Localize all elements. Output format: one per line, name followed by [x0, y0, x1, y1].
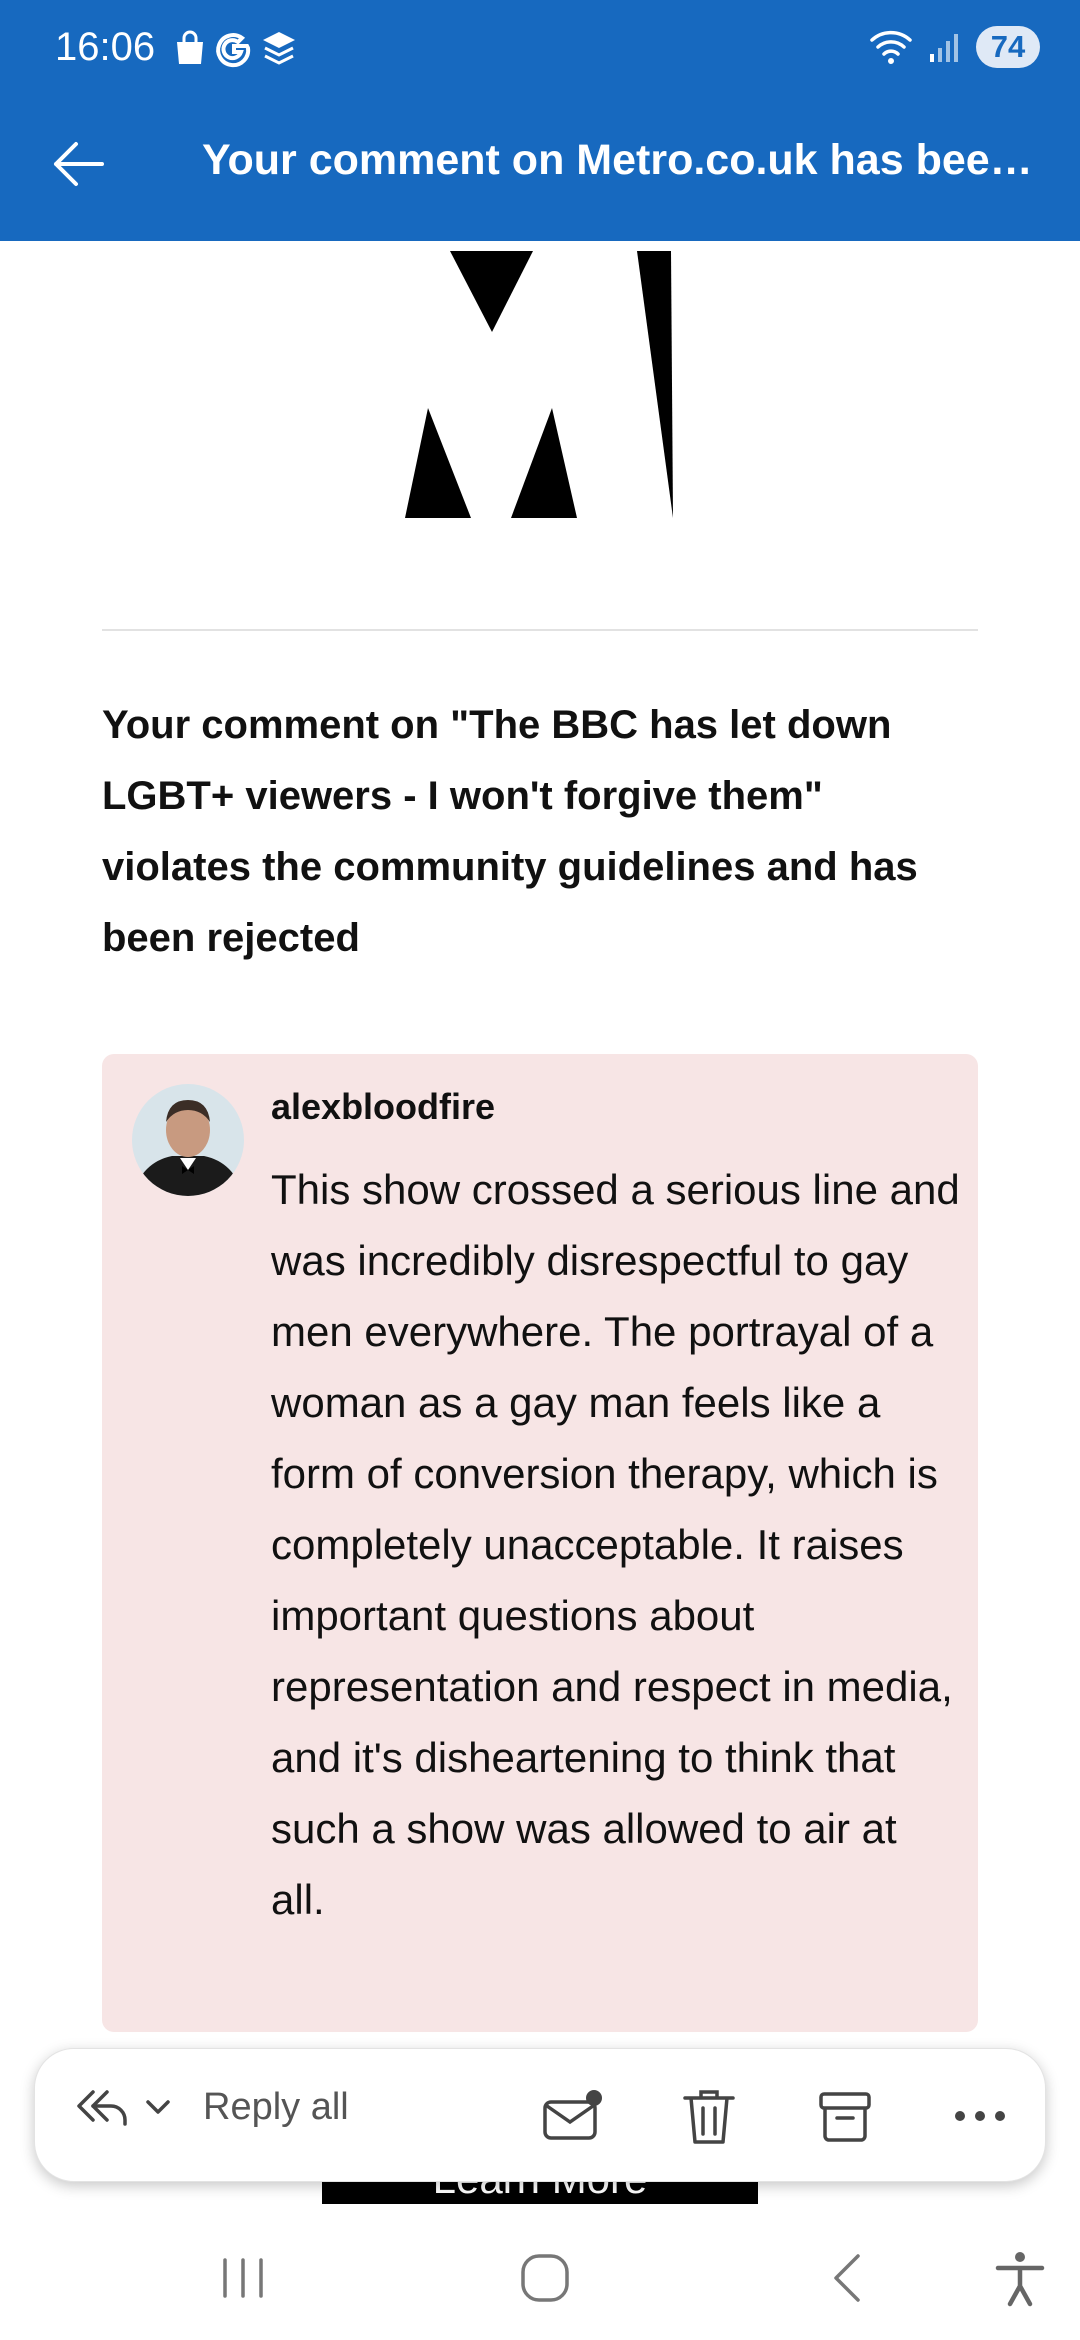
avatar: [132, 1084, 244, 1196]
metro-logo: [405, 251, 673, 518]
app-bar: Your comment on Metro.co.uk has been...: [0, 110, 1080, 220]
reply-all-button[interactable]: Reply all: [75, 2084, 349, 2130]
layers-app-icon: [263, 32, 295, 65]
email-headline: Your comment on "The BBC has let down LG…: [102, 703, 918, 960]
status-system-icons: 74: [868, 26, 1040, 68]
reply-all-label: Reply all: [203, 2085, 349, 2128]
rejected-comment-card: alexbloodfire This show crossed a seriou…: [102, 1054, 978, 2032]
more-icon: [955, 2111, 1005, 2121]
comment-username: alexbloodfire: [271, 1086, 496, 1127]
delete-icon: [683, 2090, 735, 2144]
status-time: 16:06: [55, 25, 156, 69]
status-bar: 16:06 74: [0, 0, 1080, 100]
top-bar: 16:06 74 Your comment on Metro.co.uk has…: [0, 0, 1080, 241]
mark-unread-icon: [543, 2090, 602, 2140]
accessibility-icon[interactable]: [990, 2248, 1050, 2308]
system-back-icon[interactable]: [818, 2248, 878, 2308]
shopping-bag-icon: [177, 30, 203, 64]
chevron-down-icon[interactable]: [143, 2092, 173, 2122]
google-icon: [216, 33, 251, 68]
mark-unread-button[interactable]: [540, 2083, 606, 2149]
home-icon[interactable]: [515, 2248, 575, 2308]
archive-icon: [819, 2092, 871, 2142]
archive-button[interactable]: [812, 2083, 878, 2149]
system-navigation-bar: [0, 2210, 1080, 2340]
signal-icon: [930, 34, 958, 62]
status-notification-icons: [173, 28, 299, 68]
comment-text: This show crossed a serious line and was…: [271, 1166, 960, 1923]
email-subject-title: Your comment on Metro.co.uk has been...: [202, 136, 1042, 184]
wifi-icon: [870, 30, 912, 64]
more-options-button[interactable]: [947, 2083, 1013, 2149]
delete-button[interactable]: [676, 2083, 742, 2149]
back-arrow-icon[interactable]: [48, 134, 108, 194]
recent-apps-icon[interactable]: [213, 2248, 273, 2308]
reply-all-icon: [77, 2090, 127, 2126]
divider: [102, 629, 978, 631]
battery-indicator: 74: [976, 26, 1040, 68]
email-action-bar: Reply all: [34, 2048, 1046, 2182]
